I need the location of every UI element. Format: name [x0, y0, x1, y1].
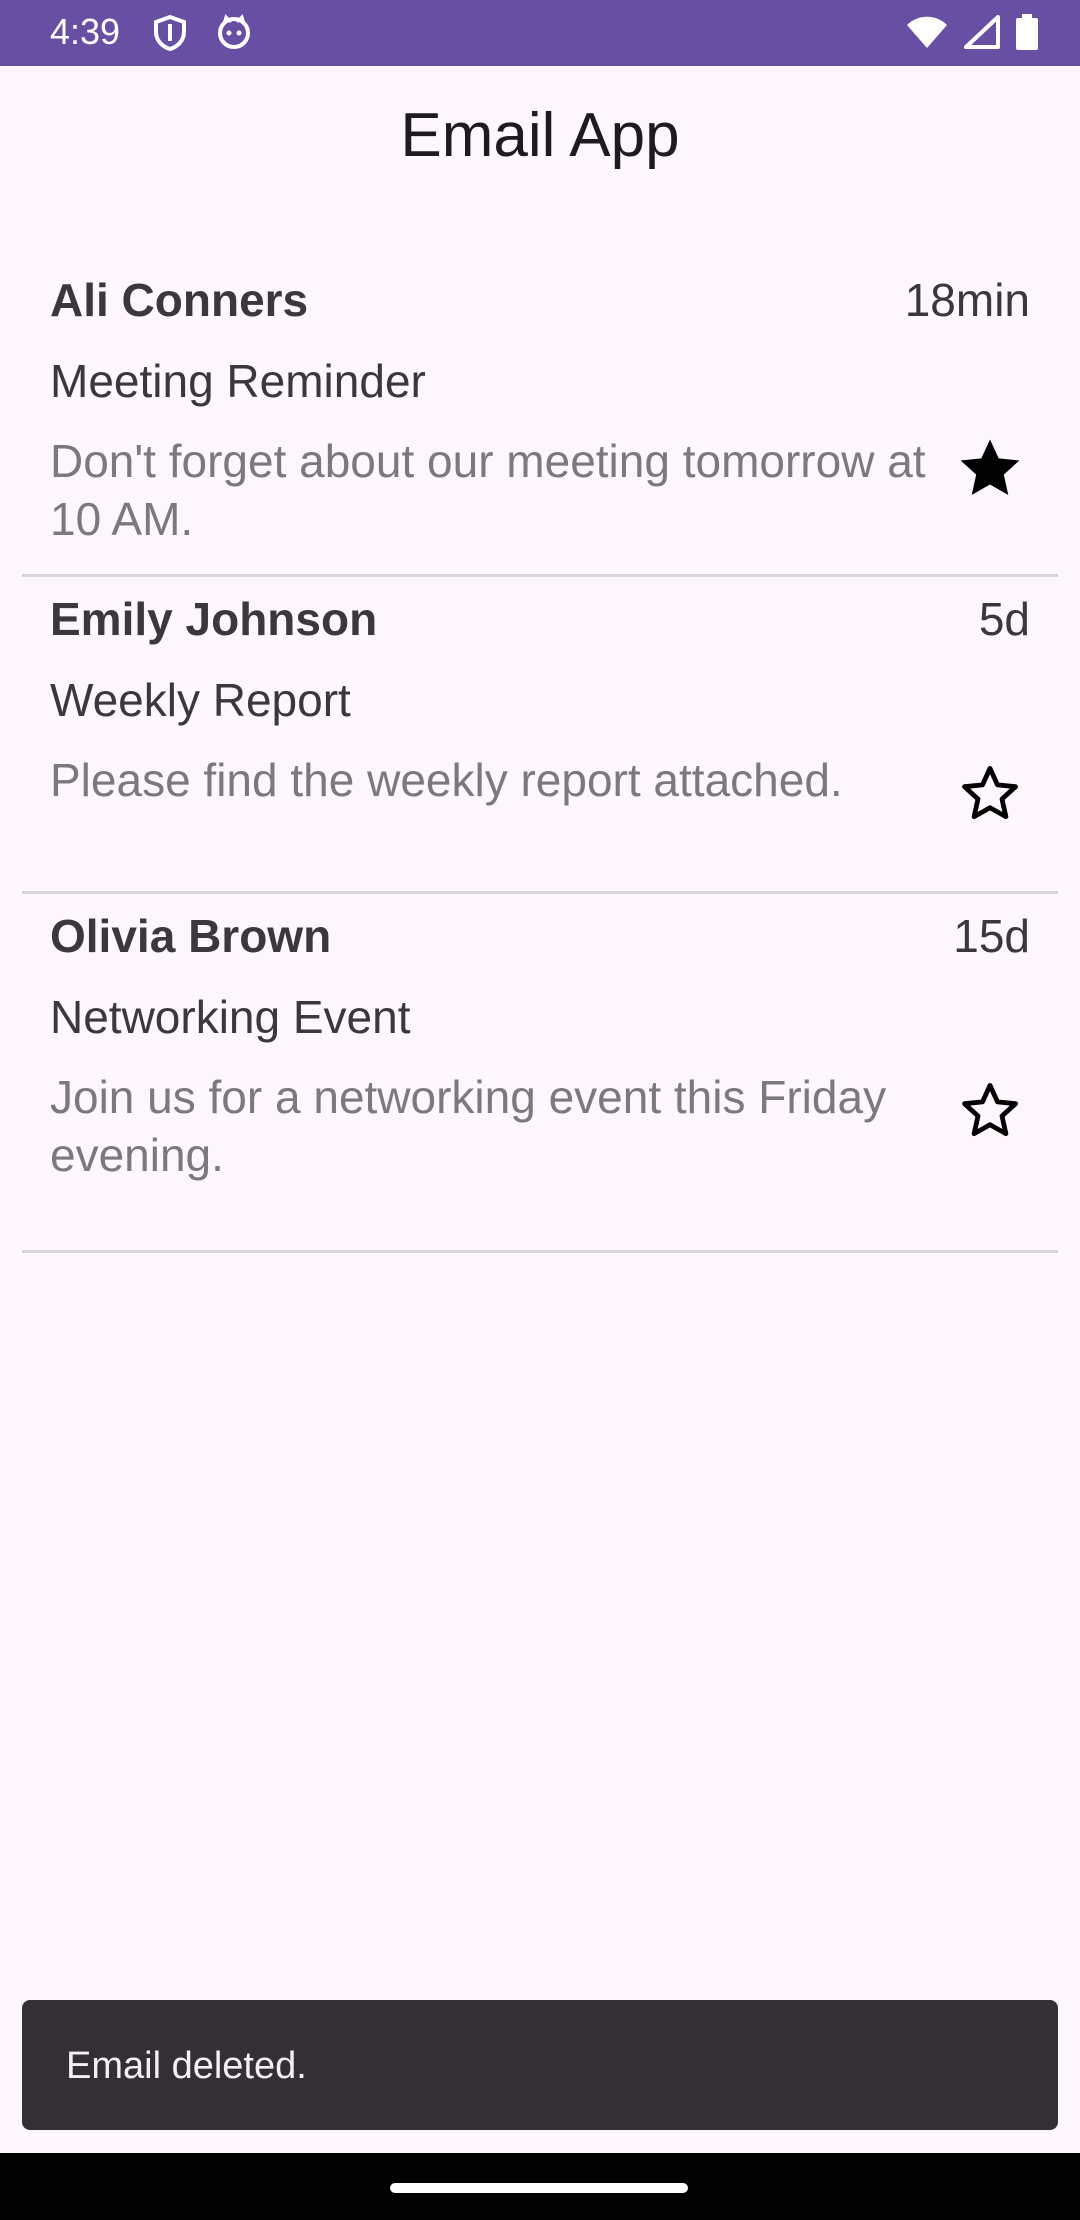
email-subject: Meeting Reminder — [50, 355, 426, 407]
star-toggle-button[interactable] — [950, 1070, 1030, 1150]
email-preview: Join us for a networking event this Frid… — [50, 1071, 887, 1181]
email-preview: Don't forget about our meeting tomorrow … — [50, 435, 926, 545]
navigation-bar — [0, 2153, 1080, 2220]
star-outline-icon — [962, 766, 1018, 820]
status-left-icons — [152, 14, 252, 57]
email-time: 18min — [904, 274, 1030, 326]
wifi-icon — [906, 15, 948, 54]
email-sender: Emily Johnson — [50, 593, 378, 645]
email-list-item[interactable]: Emily Johnson 5d Weekly Report Please fi… — [22, 577, 1058, 894]
email-list-item[interactable]: Ali Conners 18min Meeting Reminder Don't… — [22, 258, 1058, 577]
email-preview: Please find the weekly report attached. — [50, 754, 843, 806]
email-subject: Weekly Report — [50, 674, 351, 726]
email-time: 15d — [953, 910, 1030, 962]
email-subject: Networking Event — [50, 991, 411, 1043]
cat-icon — [216, 14, 252, 57]
email-list-item[interactable]: Olivia Brown 15d Networking Event Join u… — [22, 894, 1058, 1253]
email-sender: Olivia Brown — [50, 910, 332, 962]
snackbar: Email deleted. — [22, 2000, 1058, 2130]
star-outline-icon — [962, 1083, 1018, 1137]
battery-icon — [1016, 14, 1038, 55]
snackbar-message: Email deleted. — [66, 2045, 307, 2087]
email-list: Ali Conners 18min Meeting Reminder Don't… — [0, 258, 1080, 1253]
home-gesture-handle[interactable] — [390, 2183, 688, 2193]
status-right-icons — [906, 14, 1038, 55]
star-toggle-button[interactable] — [950, 428, 1030, 508]
signal-icon — [964, 15, 1000, 54]
star-toggle-button[interactable] — [950, 753, 1030, 833]
status-time: 4:39 — [50, 11, 121, 52]
status-bar: 4:39 — [0, 0, 1080, 66]
shield-icon — [152, 14, 188, 57]
email-sender: Ali Conners — [50, 274, 309, 326]
star-filled-icon — [960, 439, 1020, 495]
email-time: 5d — [978, 593, 1030, 645]
page-title: Email App — [400, 101, 680, 170]
